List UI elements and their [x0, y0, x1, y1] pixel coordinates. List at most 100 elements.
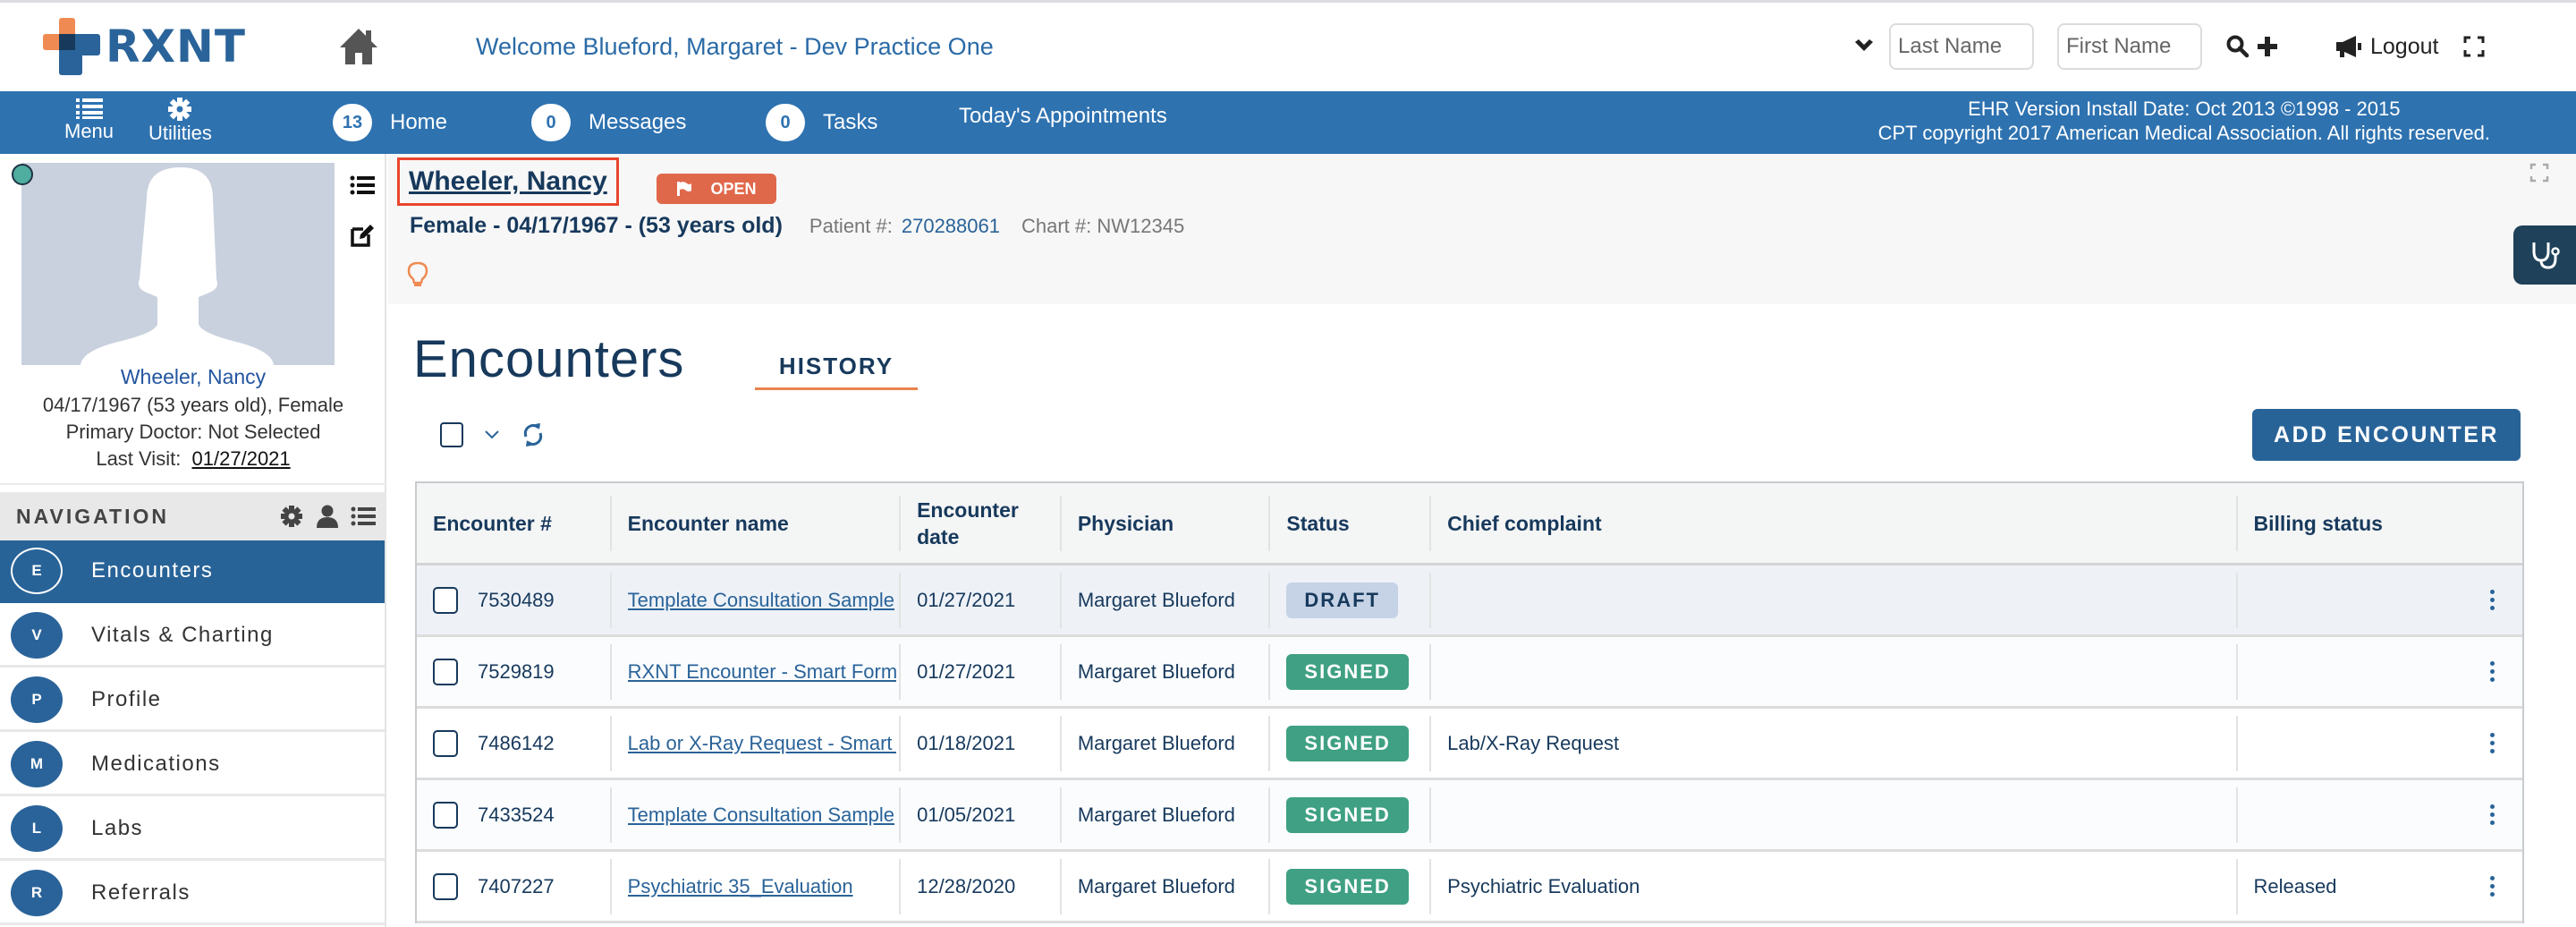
logout-button[interactable]: Logout	[2334, 34, 2438, 60]
table-row[interactable]: 7529819 RXNT Encounter - Smart Form 01/2…	[417, 637, 2522, 709]
nav-tasks-label: Tasks	[823, 110, 878, 134]
row-actions-kebab-icon[interactable]	[2488, 876, 2496, 897]
nav-user-icon[interactable]	[315, 504, 340, 529]
patient-card-name[interactable]: Wheeler, Nancy	[0, 365, 386, 389]
encounter-number: 7433524	[478, 803, 555, 826]
lightbulb-icon[interactable]	[406, 261, 429, 288]
encounter-name-link[interactable]: Template Consultation Sample	[628, 804, 896, 827]
tasks-count-badge: 0	[766, 104, 805, 141]
nav-home[interactable]: 13 Home	[333, 104, 447, 141]
table-row[interactable]: 7433524 Template Consultation Sample 01/…	[417, 780, 2522, 852]
patient-details: Female - 04/17/1967 - (53 years old) Pat…	[410, 213, 1184, 239]
nav-tasks[interactable]: 0 Tasks	[766, 104, 877, 141]
open-flag-badge[interactable]: OPEN	[657, 174, 776, 204]
patient-number[interactable]: 270288061	[902, 215, 1000, 238]
row-checkbox[interactable]	[433, 729, 458, 757]
nav-messages-label: Messages	[589, 110, 687, 134]
edit-icon[interactable]	[349, 222, 376, 249]
avatar-silhouette-icon	[80, 167, 274, 365]
patient-number-label: Patient #:	[809, 215, 893, 237]
utilities-button[interactable]: Utilities	[148, 97, 212, 145]
list-icon[interactable]	[349, 172, 376, 199]
menu-label: Menu	[64, 120, 114, 142]
add-encounter-button[interactable]: ADD ENCOUNTER	[2252, 409, 2521, 461]
sidebar-item-encounters[interactable]: E Encounters	[0, 540, 385, 603]
sidebar-item-medications[interactable]: M Medications	[0, 734, 385, 796]
encounter-name-link[interactable]: RXNT Encounter - Smart Form	[628, 660, 896, 684]
sidebar-item-profile[interactable]: P Profile	[0, 669, 385, 732]
labs-letter-icon: L	[11, 804, 63, 852]
encounter-number: 7486142	[478, 731, 555, 754]
status-badge: SIGNED	[1286, 796, 1409, 833]
patient-name-link[interactable]: Wheeler, Nancy	[409, 166, 607, 197]
encounter-name-link[interactable]: Template Consultation Sample	[628, 589, 896, 612]
refresh-icon[interactable]	[521, 421, 546, 449]
column-header-encounter-name[interactable]: Encounter name	[609, 495, 899, 551]
expand-icon[interactable]	[2529, 163, 2549, 183]
row-checkbox[interactable]	[433, 586, 458, 614]
column-header-status[interactable]: Status	[1268, 495, 1429, 551]
chief-complaint	[1429, 787, 2235, 843]
chart-number: Chart #: NW12345	[1021, 215, 1185, 237]
home-icon[interactable]	[338, 26, 379, 67]
sidebar-item-label: Referrals	[91, 880, 191, 905]
open-flag-label: OPEN	[710, 179, 757, 198]
clinical-panel-toggle[interactable]	[2513, 225, 2576, 285]
flag-icon	[677, 182, 692, 196]
sidebar-item-vitals-charting[interactable]: V Vitals & Charting	[0, 605, 385, 668]
column-header-physician[interactable]: Physician	[1059, 495, 1269, 551]
physician: Margaret Blueford	[1059, 643, 1269, 700]
row-actions-kebab-icon[interactable]	[2488, 733, 2496, 753]
chief-complaint	[1429, 643, 2235, 700]
nav-todays-appointments[interactable]: Today's Appointments	[959, 104, 1167, 129]
last-visit-label: Last Visit:	[96, 447, 182, 470]
sidebar-item-labs[interactable]: L Labs	[0, 798, 385, 861]
medications-letter-icon: M	[11, 740, 63, 787]
tab-history[interactable]: HISTORY	[755, 342, 918, 390]
patient-header: Wheeler, Nancy OPEN Female - 04/17/1967 …	[388, 154, 2576, 304]
menu-list-icon	[75, 98, 103, 119]
encounters-letter-icon: E	[11, 547, 63, 594]
table-row[interactable]: 7530489 Template Consultation Sample 01/…	[417, 566, 2522, 637]
encounters-table: Encounter # Encounter name Encounter dat…	[415, 481, 2524, 923]
chevron-down-icon[interactable]	[1852, 34, 1877, 59]
column-header-encounter-number[interactable]: Encounter #	[417, 496, 610, 551]
patient-card-dob: 04/17/1967 (53 years old), Female	[42, 394, 344, 416]
rxnt-logo[interactable]: RXNT	[43, 17, 246, 76]
fullscreen-icon[interactable]	[2463, 36, 2485, 57]
select-options-chevron-icon[interactable]	[483, 429, 501, 441]
encounter-name-link[interactable]: Lab or X-Ray Request - Smart Form	[628, 732, 896, 755]
table-row[interactable]: 7407227 Psychiatric 35_Evaluation 12/28/…	[417, 852, 2522, 923]
row-checkbox[interactable]	[433, 872, 458, 900]
welcome-text: Welcome Blueford, Margaret - Dev Practic…	[476, 33, 994, 60]
navigation-header: NAVIGATION	[0, 492, 386, 540]
nav-messages[interactable]: 0 Messages	[531, 104, 686, 141]
add-patient-icon[interactable]	[2256, 35, 2279, 58]
select-all-checkbox[interactable]	[440, 422, 463, 447]
nav-list-icon[interactable]	[351, 504, 376, 529]
version-line-2: CPT copyright 2017 American Medical Asso…	[1877, 122, 2490, 144]
search-icon[interactable]	[2225, 34, 2250, 59]
encounter-name-link[interactable]: Psychiatric 35_Evaluation	[628, 875, 896, 898]
menu-button[interactable]: Menu	[64, 97, 114, 143]
sidebar-item-referrals[interactable]: R Referrals	[0, 863, 385, 925]
column-header-encounter-date[interactable]: Encounter date	[899, 495, 1060, 551]
utilities-label: Utilities	[148, 122, 212, 144]
last-visit-date-link[interactable]: 01/27/2021	[192, 447, 291, 470]
row-actions-kebab-icon[interactable]	[2488, 661, 2496, 682]
encounter-number: 7407227	[478, 874, 555, 897]
row-actions-kebab-icon[interactable]	[2488, 590, 2496, 610]
encounter-date: 01/27/2021	[899, 572, 1060, 628]
last-name-input[interactable]	[1889, 23, 2034, 70]
nav-settings-gear-icon[interactable]	[279, 504, 304, 529]
row-checkbox[interactable]	[433, 658, 458, 685]
messages-count-badge: 0	[531, 104, 571, 141]
column-header-billing-status[interactable]: Billing status	[2235, 495, 2522, 551]
table-row[interactable]: 7486142 Lab or X-Ray Request - Smart For…	[417, 709, 2522, 780]
home-count-badge: 13	[333, 104, 372, 141]
table-toolbar	[440, 421, 546, 449]
column-header-chief-complaint[interactable]: Chief complaint	[1429, 495, 2235, 551]
row-checkbox[interactable]	[433, 801, 458, 829]
first-name-input[interactable]	[2057, 23, 2202, 70]
row-actions-kebab-icon[interactable]	[2488, 804, 2496, 825]
